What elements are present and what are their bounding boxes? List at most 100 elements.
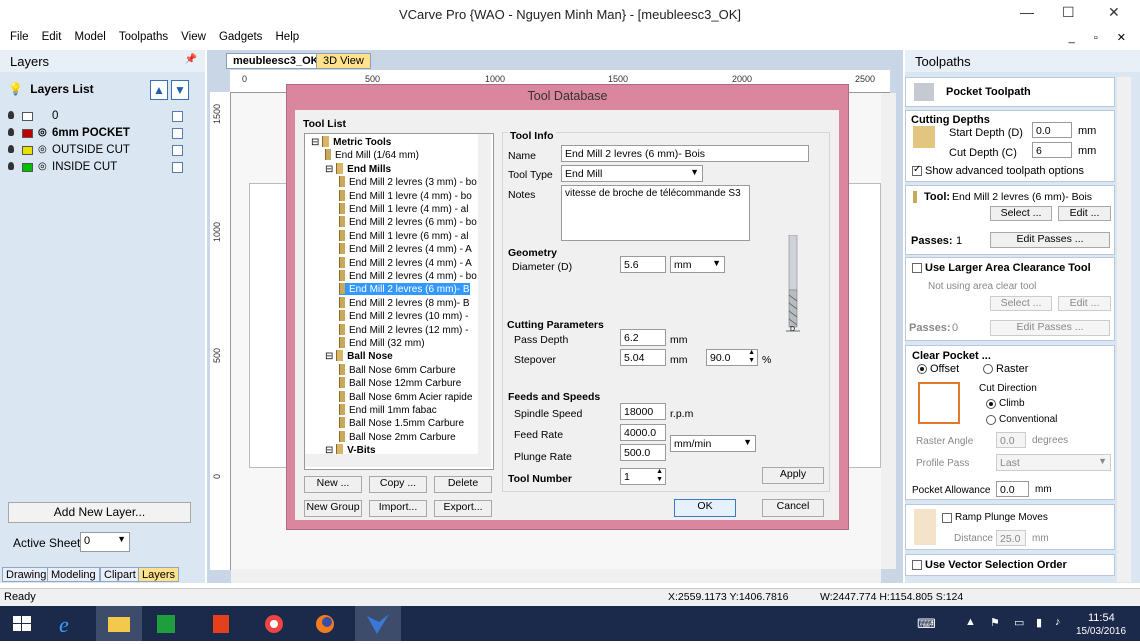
clock-date[interactable]: 15/03/2016 [1076, 626, 1126, 637]
feed-unit-select[interactable]: mm/min ▼ [670, 435, 756, 452]
layer-visible-icon[interactable] [8, 111, 14, 119]
expand-icon[interactable]: ⊟ [325, 351, 336, 362]
offset-radio[interactable] [917, 364, 927, 374]
larger-area-checkbox[interactable] [912, 263, 922, 273]
layer-row[interactable]: ◎ 6mm POCKET [8, 127, 193, 143]
internet-explorer-icon[interactable]: e [46, 606, 92, 641]
copy-tool-button[interactable]: Copy ... [369, 476, 427, 493]
layer-lock-checkbox[interactable] [172, 128, 183, 139]
tab-modeling[interactable]: Modeling [47, 567, 100, 582]
tree-item[interactable]: End Mill 2 levres (4 mm) - A [339, 256, 472, 269]
tree-item[interactable]: End Mill (1/64 mm) [325, 149, 419, 161]
layer-visible-icon[interactable] [8, 145, 14, 153]
file-explorer-icon[interactable] [96, 606, 142, 641]
climb-radio[interactable] [986, 399, 996, 409]
layer-visible-icon[interactable] [8, 128, 14, 136]
tool-tree[interactable]: ⊟ Metric Tools End Mill (1/64 mm) ⊟ End Mi… [304, 133, 494, 470]
layer-row[interactable]: ◎ INSIDE CUT [8, 161, 193, 177]
expand-icon[interactable]: ⊟ [311, 137, 322, 148]
delete-tool-button[interactable]: Delete [434, 476, 492, 493]
ramp-checkbox[interactable] [942, 513, 952, 523]
tree-item[interactable]: End Mill 1 levre (4 mm) - al [339, 203, 468, 215]
tree-item[interactable]: Ball Nose 2mm Carbure [339, 430, 456, 443]
layer-lock-checkbox[interactable] [172, 145, 183, 156]
stepover-input[interactable]: 5.04 [620, 349, 666, 366]
tool-type-select[interactable]: End Mill ▼ [561, 165, 703, 182]
flag-icon[interactable]: ⚑ [990, 616, 1000, 629]
active-sheet-select[interactable]: 0 ▼ [80, 532, 130, 552]
conventional-radio[interactable] [986, 415, 996, 425]
spinner-icon[interactable]: ▲ ▼ [656, 468, 663, 484]
edit-tool-button[interactable]: Edit ... [1058, 206, 1111, 221]
tree-item[interactable]: End Mill 2 levres (6 mm)- B [339, 283, 470, 296]
tab-document[interactable]: meubleesc3_OK [226, 53, 326, 69]
layer-row[interactable]: 0 [8, 110, 193, 126]
cancel-button[interactable]: Cancel [762, 499, 824, 517]
layer-color-swatch[interactable] [22, 129, 33, 138]
new-group-button[interactable]: New Group [304, 500, 362, 517]
tree-item[interactable]: End Mill 2 levres (3 mm) - bo [339, 176, 477, 188]
tree-item[interactable]: End Mill 2 levres (6 mm) - bo [339, 216, 477, 228]
office-icon[interactable] [198, 606, 244, 641]
show-advanced-checkbox[interactable]: ✓ [912, 164, 922, 176]
battery-icon[interactable]: ▭ [1014, 616, 1024, 629]
minimize-button[interactable]: — [1020, 4, 1034, 20]
layer-color-swatch[interactable] [22, 112, 33, 121]
tab-clipart[interactable]: Clipart [100, 567, 140, 582]
tool-number-input[interactable]: 1 ▲ ▼ [620, 468, 666, 485]
clock-time[interactable]: 11:54 [1088, 612, 1115, 624]
feed-rate-input[interactable]: 4000.0 [620, 424, 666, 441]
layer-color-swatch[interactable] [22, 146, 33, 155]
close-button[interactable]: ✕ [1108, 4, 1120, 21]
tab-3d-view[interactable]: 3D View [316, 53, 371, 69]
tool-name-input[interactable]: End Mill 2 levres (6 mm)- Bois [561, 145, 809, 162]
firefox-icon[interactable] [303, 606, 349, 641]
right-panel-scrollbar[interactable] [1117, 77, 1131, 582]
start-depth-input[interactable]: 0.0 [1032, 122, 1072, 138]
menu-toolpaths[interactable]: Toolpaths [119, 31, 168, 43]
network-icon[interactable]: ▮ [1036, 616, 1042, 629]
layer-lock-checkbox[interactable] [172, 111, 183, 122]
ok-button[interactable]: OK [674, 499, 736, 517]
tree-item[interactable]: End Mill 2 levres (10 mm) - [339, 310, 468, 322]
tree-item[interactable]: End Mill 1 levre (6 mm) - al [339, 229, 468, 242]
maximize-button[interactable]: ☐ [1062, 4, 1075, 21]
pin-icon[interactable]: 📌 [185, 54, 197, 65]
stepover-percent-input[interactable]: 90.0 ▲ ▼ [706, 349, 758, 366]
tree-item[interactable]: ⊟ Ball Nose [325, 350, 393, 362]
tree-item[interactable]: End Mill 2 levres (4 mm) - A [339, 243, 472, 255]
store-icon[interactable] [143, 606, 189, 641]
layer-visible-icon[interactable] [8, 162, 14, 170]
tree-item[interactable]: End Mill 1 levre (4 mm) - bo [339, 189, 472, 202]
spinner-icon[interactable]: ▲ ▼ [748, 349, 755, 365]
vcarve-app-icon[interactable] [355, 606, 401, 641]
distance-input[interactable]: 25.0 [996, 530, 1026, 546]
horizontal-scrollbar[interactable] [231, 569, 881, 583]
mdi-controls[interactable]: _ ▫ ✕ [1069, 31, 1134, 44]
add-new-layer-button[interactable]: Add New Layer... [8, 502, 191, 523]
tree-item[interactable]: Ball Nose 1.5mm Carbure [339, 417, 464, 429]
edit-area-tool-button[interactable]: Edit ... [1058, 296, 1111, 311]
select-tool-button[interactable]: Select ... [990, 206, 1052, 221]
plunge-rate-input[interactable]: 500.0 [620, 444, 666, 461]
vector-order-checkbox[interactable] [912, 560, 922, 570]
chrome-app-icon[interactable] [252, 606, 298, 641]
tree-item[interactable]: End mill 1mm fabac [339, 404, 437, 416]
tree-item[interactable]: ⊟ End Mills [325, 162, 391, 175]
new-tool-button[interactable]: New ... [304, 476, 362, 493]
tree-item[interactable]: Ball Nose 6mm Acier rapide [339, 390, 472, 403]
notes-textarea[interactable]: vitesse de broche de télécommande S3 [561, 185, 750, 241]
pocket-allowance-input[interactable]: 0.0 [996, 481, 1029, 497]
menu-model[interactable]: Model [74, 31, 105, 43]
volume-icon[interactable]: ♪ [1055, 616, 1061, 628]
tree-item[interactable]: End Mill 2 levres (4 mm) - bo [339, 270, 477, 282]
tree-item[interactable]: End Mill 2 levres (8 mm)- B [339, 296, 470, 309]
tree-item[interactable]: End Mill (32 mm) [339, 337, 425, 349]
tree-item[interactable]: End Mill 2 levres (12 mm) - [339, 323, 468, 336]
raster-angle-input[interactable]: 0.0 [996, 432, 1026, 448]
select-area-tool-button[interactable]: Select ... [990, 296, 1052, 311]
expand-icon[interactable]: ⊟ [325, 164, 336, 175]
layer-row[interactable]: ◎ OUTSIDE CUT [8, 144, 193, 160]
tree-item[interactable]: Ball Nose 6mm Carbure [339, 363, 456, 376]
tab-layers[interactable]: Layers [138, 567, 180, 582]
